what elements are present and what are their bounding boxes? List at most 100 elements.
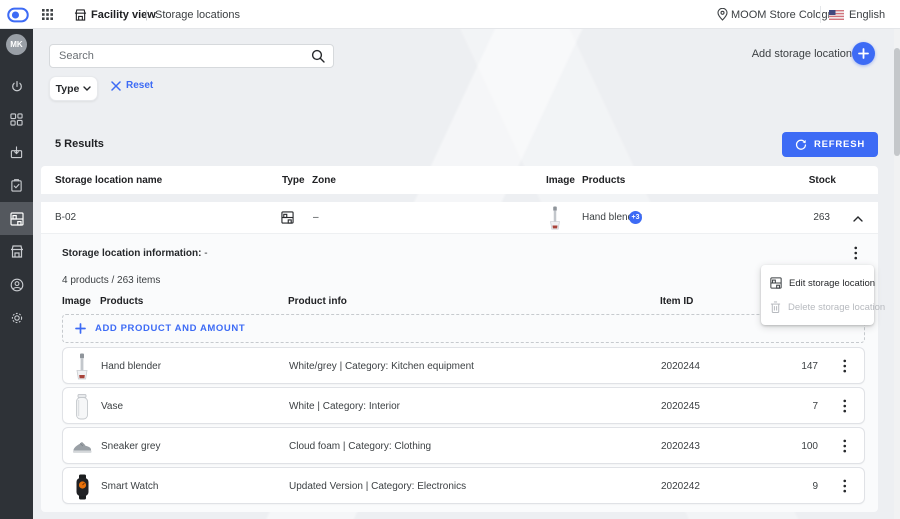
product-item-id: 2020242	[661, 481, 700, 492]
info-label: Storage location information:	[62, 248, 201, 259]
kebab-menu-icon	[854, 246, 858, 260]
product-row-vase[interactable]: Vase White | Category: Interior 2020245 …	[62, 387, 865, 424]
add-product-and-amount-button[interactable]: ADD PRODUCT AND AMOUNT	[62, 314, 865, 343]
type-filter-label: Type	[56, 83, 80, 95]
detail-col-item-id: Item ID	[660, 296, 693, 307]
product-amount: 7	[773, 401, 818, 412]
search-input[interactable]	[50, 50, 311, 62]
kebab-menu-icon	[843, 359, 847, 373]
info-value: -	[204, 248, 207, 259]
location-options-menu: Edit storage location Delete storage loc…	[761, 265, 874, 325]
menu-item-delete-storage-location[interactable]: Delete storage location	[761, 295, 874, 319]
location-stock: 263	[788, 212, 830, 223]
product-info: White | Category: Interior	[289, 401, 400, 412]
kebab-menu-icon	[843, 439, 847, 453]
settings-gear-icon	[10, 311, 24, 325]
add-storage-location-button[interactable]	[852, 42, 875, 65]
top-bar: Facility view | Storage locations MOOM S…	[0, 0, 900, 29]
sidebar-item-dashboard[interactable]	[0, 103, 33, 136]
close-x-icon	[111, 81, 121, 91]
col-zone: Zone	[312, 175, 336, 186]
sidebar-item-logout[interactable]	[0, 70, 33, 103]
product-name: Hand blender	[101, 361, 161, 372]
storage-location-row[interactable]: B-02 – Hand blender +3 263	[41, 202, 878, 233]
col-type: Type	[282, 175, 305, 186]
vase-image	[72, 393, 92, 420]
inbox-box-icon	[10, 146, 23, 159]
smart-watch-image	[72, 473, 92, 500]
topbar-divider	[820, 6, 821, 23]
location-type-icon	[281, 211, 294, 227]
app-window: Facility view | Storage locations MOOM S…	[0, 0, 900, 519]
type-filter-dropdown[interactable]: Type	[49, 76, 98, 101]
us-flag-icon	[829, 0, 844, 29]
detail-col-image: Image	[62, 296, 91, 307]
menu-item-label: Edit storage location	[789, 278, 875, 289]
product-amount: 147	[773, 361, 818, 372]
location-product-image	[546, 206, 564, 233]
clipboard-check-icon	[10, 179, 23, 192]
product-row-hand-blender[interactable]: Hand blender White/grey | Category: Kitc…	[62, 347, 865, 384]
reset-label: Reset	[126, 80, 153, 91]
sidebar-item-goods-in[interactable]	[0, 136, 33, 169]
plus-icon	[75, 323, 86, 334]
product-amount: 9	[773, 481, 818, 492]
sidebar-item-settings[interactable]	[0, 301, 33, 334]
sidebar-item-storage-locations[interactable]	[0, 202, 33, 235]
account-circle-icon	[10, 278, 24, 292]
product-name: Smart Watch	[101, 481, 158, 492]
storefront-icon	[74, 0, 87, 29]
sidebar: MK	[0, 29, 33, 519]
reset-filters-button[interactable]: Reset	[111, 80, 153, 91]
store-selector[interactable]: MOOM Store Cologne	[731, 0, 840, 29]
product-name: Sneaker grey	[101, 441, 160, 452]
sneaker-image	[72, 433, 92, 460]
scrollbar-thumb[interactable]	[894, 48, 900, 156]
sidebar-item-account[interactable]	[0, 268, 33, 301]
product-options-button[interactable]	[843, 399, 847, 418]
product-row-smart-watch[interactable]: Smart Watch Updated Version | Category: …	[62, 467, 865, 504]
product-amount: 100	[773, 441, 818, 452]
menu-item-edit-storage-location[interactable]: Edit storage location	[761, 271, 874, 295]
refresh-button[interactable]: REFRESH	[782, 132, 878, 157]
search-icon[interactable]	[311, 49, 333, 63]
plus-icon	[858, 48, 869, 59]
brand-logo-icon[interactable]	[7, 0, 29, 29]
collapse-row-button[interactable]	[853, 214, 863, 225]
menu-item-label: Delete storage location	[788, 302, 885, 313]
sidebar-item-tasks[interactable]	[0, 169, 33, 202]
product-options-button[interactable]	[843, 439, 847, 458]
location-name: B-02	[55, 212, 76, 223]
user-avatar[interactable]: MK	[6, 34, 27, 55]
breadcrumb-separator: |	[145, 0, 148, 29]
refresh-icon	[795, 139, 807, 151]
product-info: Updated Version | Category: Electronics	[289, 481, 466, 492]
kebab-menu-icon	[843, 399, 847, 413]
product-item-id: 2020243	[661, 441, 700, 452]
store-awning-icon	[10, 245, 24, 258]
locations-table-header: Storage location name Type Zone Image Pr…	[41, 166, 878, 194]
location-zone: –	[313, 212, 319, 223]
detail-col-products: Products	[100, 296, 143, 307]
product-info: Cloud foam | Category: Clothing	[289, 441, 431, 452]
product-options-button[interactable]	[843, 359, 847, 378]
breadcrumb-page[interactable]: Storage locations	[155, 0, 240, 29]
more-products-badge[interactable]: +3	[629, 211, 642, 224]
detail-col-product-info: Product info	[288, 296, 347, 307]
products-summary: 4 products / 263 items	[62, 275, 160, 286]
sidebar-nav	[0, 70, 33, 334]
product-name: Vase	[101, 401, 123, 412]
storage-location-information: Storage location information: -	[62, 248, 208, 259]
language-selector[interactable]: English	[849, 0, 885, 29]
vertical-scrollbar[interactable]	[894, 29, 900, 519]
refresh-label: REFRESH	[814, 139, 865, 150]
product-row-sneaker-grey[interactable]: Sneaker grey Cloud foam | Category: Clot…	[62, 427, 865, 464]
product-options-button[interactable]	[843, 479, 847, 498]
product-item-id: 2020244	[661, 361, 700, 372]
product-info: White/grey | Category: Kitchen equipment	[289, 361, 474, 372]
col-image: Image	[546, 175, 575, 186]
sidebar-item-store[interactable]	[0, 235, 33, 268]
apps-grid-icon[interactable]	[42, 0, 53, 29]
col-products: Products	[582, 175, 625, 186]
location-options-button[interactable]	[849, 245, 863, 261]
